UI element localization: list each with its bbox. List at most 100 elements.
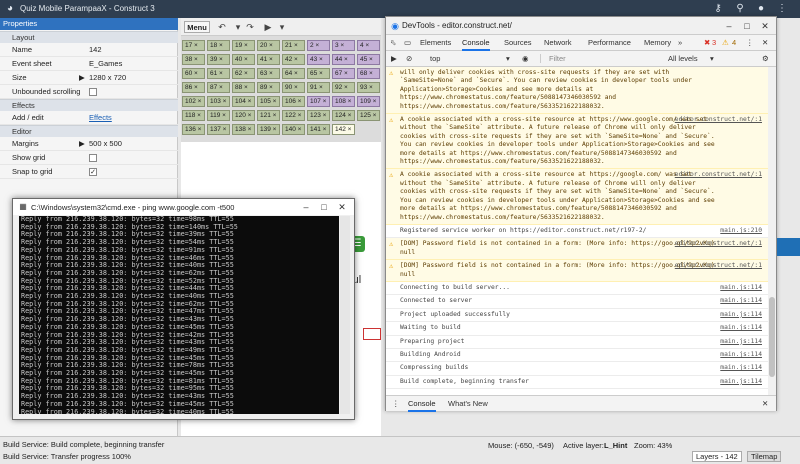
tab-close-icon[interactable]: × <box>196 98 202 105</box>
unbounded-checkbox[interactable] <box>89 88 97 96</box>
user-icon[interactable]: ● <box>755 3 767 15</box>
close-devtools-icon[interactable]: ✕ <box>762 38 768 47</box>
tab-close-icon[interactable]: × <box>296 98 302 105</box>
menu-button[interactable]: Menu <box>184 21 210 33</box>
redo-icon[interactable]: ↷ <box>243 21 257 33</box>
tab-close-icon[interactable]: × <box>267 42 273 49</box>
tab-close-icon[interactable]: × <box>292 84 298 91</box>
expand-triangle-icon[interactable]: ▶ <box>79 137 85 151</box>
layout-tab[interactable]: 39 × <box>207 54 230 65</box>
undo-icon[interactable]: ↶ <box>215 21 229 33</box>
tab-close-icon[interactable]: × <box>346 98 352 105</box>
layout-tab[interactable]: 118 × <box>182 110 205 121</box>
layout-tab[interactable]: 90 × <box>282 82 305 93</box>
layout-tab[interactable]: 91 × <box>307 82 330 93</box>
layout-tab[interactable]: 21 × <box>282 40 305 51</box>
minimize-icon[interactable]: – <box>722 20 736 32</box>
layout-tab[interactable]: 62 × <box>232 68 255 79</box>
tab-close-icon[interactable]: × <box>267 56 273 63</box>
layout-object[interactable] <box>363 328 381 340</box>
layout-tab[interactable]: 102 × <box>182 96 205 107</box>
tab-close-icon[interactable]: × <box>317 70 323 77</box>
layout-tab[interactable]: 93 × <box>357 82 380 93</box>
inspect-icon[interactable]: ⬁ <box>390 38 396 47</box>
tab-network[interactable]: Network <box>544 38 572 47</box>
tab-close-icon[interactable]: × <box>271 126 277 133</box>
layout-tab[interactable]: 40 × <box>232 54 255 65</box>
layout-tab[interactable]: 2 × <box>307 40 330 51</box>
message-source-link[interactable]: editor.construct.net/:1 <box>675 171 762 179</box>
layout-tab[interactable]: 87 × <box>207 82 230 93</box>
tab-close-icon[interactable]: × <box>217 70 223 77</box>
layout-tab[interactable]: 109 × <box>357 96 380 107</box>
tab-close-icon[interactable]: × <box>317 56 323 63</box>
tab-close-icon[interactable]: × <box>217 56 223 63</box>
prop-size[interactable]: Size ▶ 1280 x 720 <box>0 71 178 85</box>
layout-tab[interactable]: 140 × <box>282 124 305 135</box>
tab-close-icon[interactable]: × <box>342 70 348 77</box>
tab-close-icon[interactable]: × <box>321 112 327 119</box>
tab-close-icon[interactable]: × <box>292 70 298 77</box>
tab-close-icon[interactable]: × <box>267 84 273 91</box>
show-grid-checkbox[interactable] <box>89 154 97 162</box>
layout-tab[interactable]: 105 × <box>257 96 280 107</box>
tab-close-icon[interactable]: × <box>292 56 298 63</box>
message-source-link[interactable]: main.js:114 <box>720 324 762 332</box>
layout-tab[interactable]: 63 × <box>257 68 280 79</box>
layout-tab[interactable]: 38 × <box>182 54 205 65</box>
layout-tab[interactable]: 108 × <box>332 96 355 107</box>
tab-close-icon[interactable]: × <box>192 42 198 49</box>
tab-close-icon[interactable]: × <box>321 98 327 105</box>
tab-close-icon[interactable]: × <box>242 84 248 91</box>
section-editor[interactable]: Editor <box>0 125 178 137</box>
tab-close-icon[interactable]: × <box>271 98 277 105</box>
prop-show-grid[interactable]: Show grid <box>0 151 178 165</box>
layout-tab[interactable]: 41 × <box>257 54 280 65</box>
close-icon[interactable]: ✕ <box>335 201 349 213</box>
tab-close-icon[interactable]: × <box>346 112 352 119</box>
key-icon[interactable]: ⚷ <box>712 3 724 15</box>
tab-close-icon[interactable]: × <box>296 112 302 119</box>
tab-close-icon[interactable]: × <box>371 98 377 105</box>
layout-tab[interactable]: 103 × <box>207 96 230 107</box>
layout-tab[interactable]: 142 × <box>332 124 355 135</box>
tab-close-icon[interactable]: × <box>246 98 252 105</box>
tab-close-icon[interactable]: × <box>221 126 227 133</box>
section-effects[interactable]: Effects <box>0 99 178 111</box>
layout-tab[interactable]: 65 × <box>307 68 330 79</box>
message-source-link[interactable]: editor.construct.net/:1 <box>675 116 762 124</box>
tilemap-tab[interactable]: Tilemap <box>747 451 782 462</box>
levels-select[interactable]: All levels <box>668 54 698 63</box>
error-icon[interactable]: ✖ <box>704 38 710 47</box>
name-field[interactable]: 142 <box>89 43 102 57</box>
layout-tab[interactable]: 121 × <box>257 110 280 121</box>
tab-close-icon[interactable]: × <box>364 42 369 49</box>
layout-tab[interactable]: 17 × <box>182 40 205 51</box>
tab-close-icon[interactable]: × <box>314 42 319 49</box>
layout-tab[interactable]: 138 × <box>232 124 255 135</box>
dropdown-icon[interactable]: ▾ <box>506 54 510 63</box>
layout-tab[interactable]: 107 × <box>307 96 330 107</box>
layout-tab[interactable]: 92 × <box>332 82 355 93</box>
drawer-tab-console[interactable]: Console <box>408 399 436 412</box>
layout-tab[interactable]: 60 × <box>182 68 205 79</box>
layout-tab[interactable]: 125 × <box>357 110 380 121</box>
tab-close-icon[interactable]: × <box>220 112 226 119</box>
expand-triangle-icon[interactable]: ▶ <box>79 71 85 85</box>
tab-close-icon[interactable]: × <box>342 84 348 91</box>
layout-tab[interactable]: 139 × <box>257 124 280 135</box>
layout-tab[interactable]: 64 × <box>282 68 305 79</box>
message-source-link[interactable]: main.js:210 <box>720 227 762 235</box>
maximize-icon[interactable]: □ <box>317 201 331 213</box>
layout-tab[interactable]: 44 × <box>332 54 355 65</box>
message-source-link[interactable]: main.js:114 <box>720 351 762 359</box>
tab-close-icon[interactable]: × <box>242 42 248 49</box>
layout-tab[interactable]: 18 × <box>207 40 230 51</box>
message-source-link[interactable]: main.js:114 <box>720 284 762 292</box>
maximize-icon[interactable]: □ <box>740 20 754 32</box>
prop-event-sheet[interactable]: Event sheet E_Games <box>0 57 178 71</box>
more-tabs-icon[interactable]: » <box>678 38 682 47</box>
layout-tab[interactable]: 19 × <box>232 40 255 51</box>
layout-tab[interactable]: 42 × <box>282 54 305 65</box>
drawer-menu-icon[interactable]: ⋮ <box>392 399 400 408</box>
